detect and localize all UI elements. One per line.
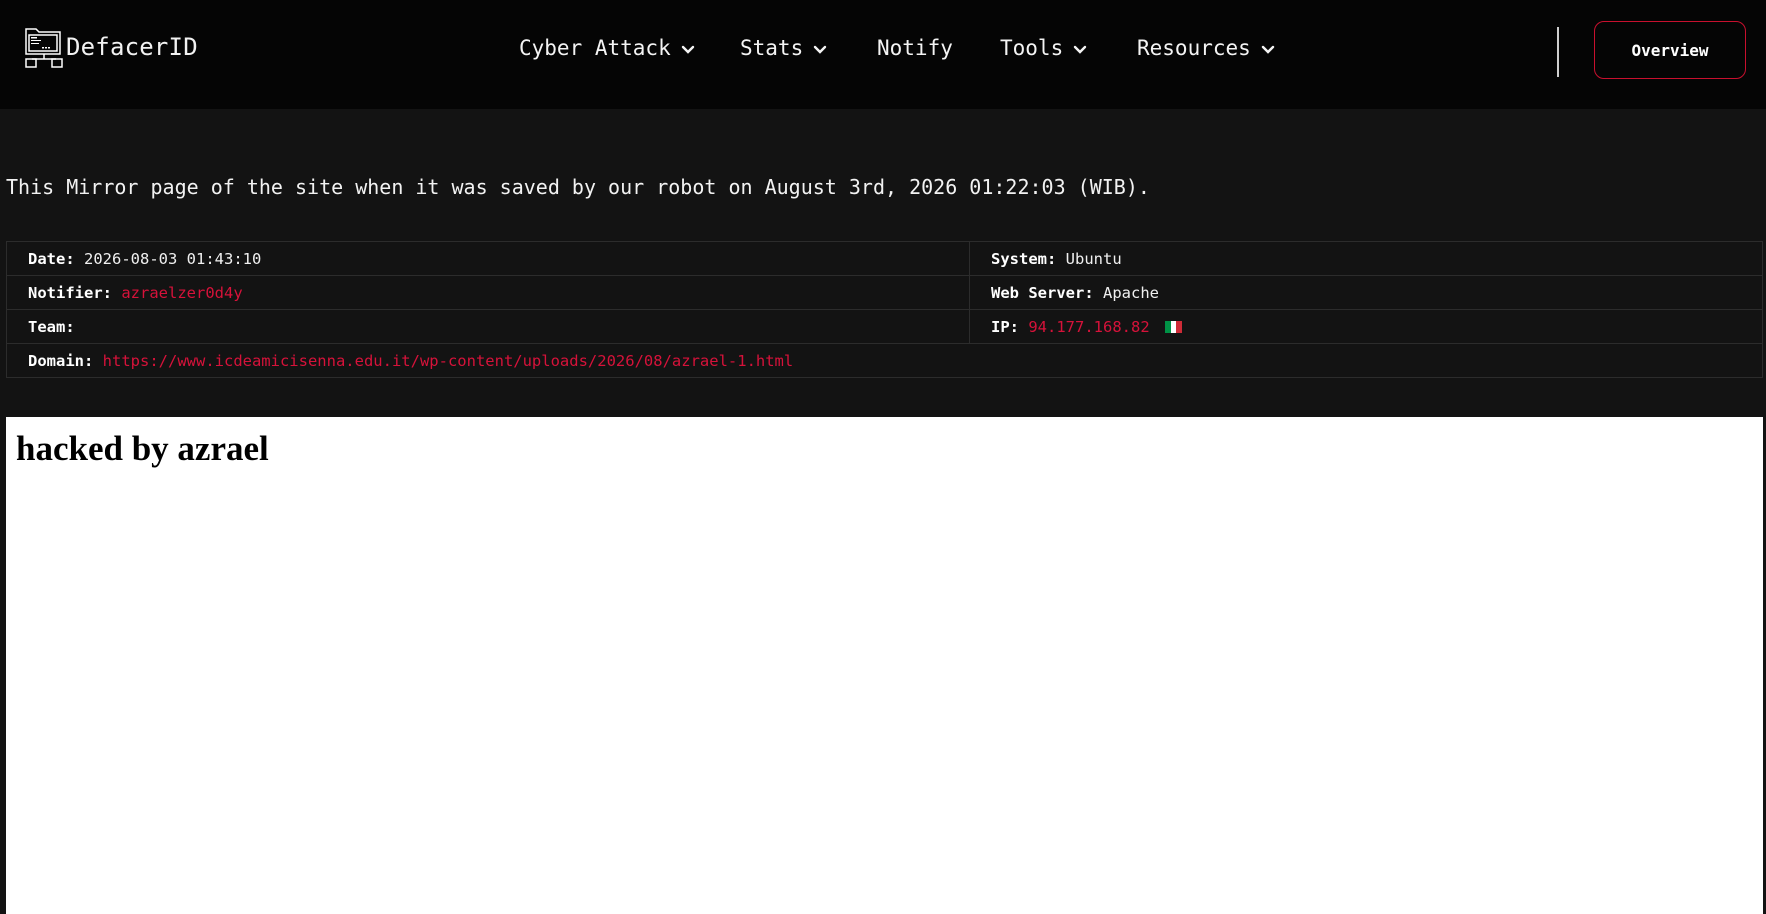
chevron-down-icon <box>813 36 827 60</box>
webserver-cell: Web Server: Apache <box>969 275 1763 310</box>
ip-cell: IP: 94.177.168.82 <box>969 309 1763 344</box>
top-navigation-bar: DefacerID Cyber Attack Stats Notify Tool… <box>0 0 1766 109</box>
notifier-cell: Notifier: azraelzer0d4y <box>6 275 970 310</box>
system-cell: System: Ubuntu <box>969 241 1763 276</box>
nav-tools-label: Tools <box>1000 36 1064 60</box>
defacement-info-table: Date: 2026-08-03 01:43:10 System: Ubuntu… <box>6 241 1763 378</box>
team-label: Team: <box>28 317 75 336</box>
domain-label: Domain: <box>28 351 94 370</box>
domain-cell: Domain: https://www.icdeamicisenna.edu.i… <box>6 343 1763 378</box>
logo-text: DefacerID <box>66 33 198 61</box>
webserver-label: Web Server: <box>991 283 1094 302</box>
nav-cyber-attack[interactable]: Cyber Attack <box>519 36 695 60</box>
notifier-link[interactable]: azraelzer0d4y <box>121 284 242 302</box>
ip-link[interactable]: 94.177.168.82 <box>1028 318 1149 336</box>
mirror-notice-text: This Mirror page of the site when it was… <box>6 175 1150 199</box>
mirror-heading: hacked by azrael <box>16 429 269 468</box>
chevron-down-icon <box>1261 36 1275 60</box>
notifier-label: Notifier: <box>28 283 112 302</box>
nav-resources[interactable]: Resources <box>1137 36 1275 60</box>
table-row: Team: IP: 94.177.168.82 <box>6 309 1763 344</box>
date-value: 2026-08-03 01:43:10 <box>84 249 262 268</box>
mirror-content-frame: hacked by azrael <box>6 417 1763 914</box>
chevron-down-icon <box>681 36 695 60</box>
logo-link[interactable]: DefacerID <box>24 26 198 68</box>
nav-tools[interactable]: Tools <box>1000 36 1087 60</box>
nav-cyber-attack-label: Cyber Attack <box>519 36 671 60</box>
table-row: Notifier: azraelzer0d4y Web Server: Apac… <box>6 275 1763 310</box>
system-value: Ubuntu <box>1065 249 1122 268</box>
header-divider <box>1557 27 1559 77</box>
system-label: System: <box>991 249 1057 268</box>
italy-flag-icon <box>1165 321 1182 333</box>
table-row: Domain: https://www.icdeamicisenna.edu.i… <box>6 343 1763 378</box>
domain-link[interactable]: https://www.icdeamicisenna.edu.it/wp-con… <box>103 352 794 370</box>
nav-notify[interactable]: Notify <box>877 36 953 60</box>
table-row: Date: 2026-08-03 01:43:10 System: Ubuntu <box>6 241 1763 276</box>
overview-button[interactable]: Overview <box>1594 21 1746 79</box>
date-label: Date: <box>28 249 75 268</box>
chevron-down-icon <box>1073 36 1087 60</box>
nav-stats[interactable]: Stats <box>740 36 827 60</box>
team-cell: Team: <box>6 309 970 344</box>
webserver-value: Apache <box>1103 283 1159 302</box>
nav-notify-label: Notify <box>877 36 953 60</box>
nav-stats-label: Stats <box>740 36 804 60</box>
folder-computer-logo-icon <box>25 28 63 68</box>
date-cell: Date: 2026-08-03 01:43:10 <box>6 241 970 276</box>
ip-label: IP: <box>991 317 1019 336</box>
nav-resources-label: Resources <box>1137 36 1251 60</box>
